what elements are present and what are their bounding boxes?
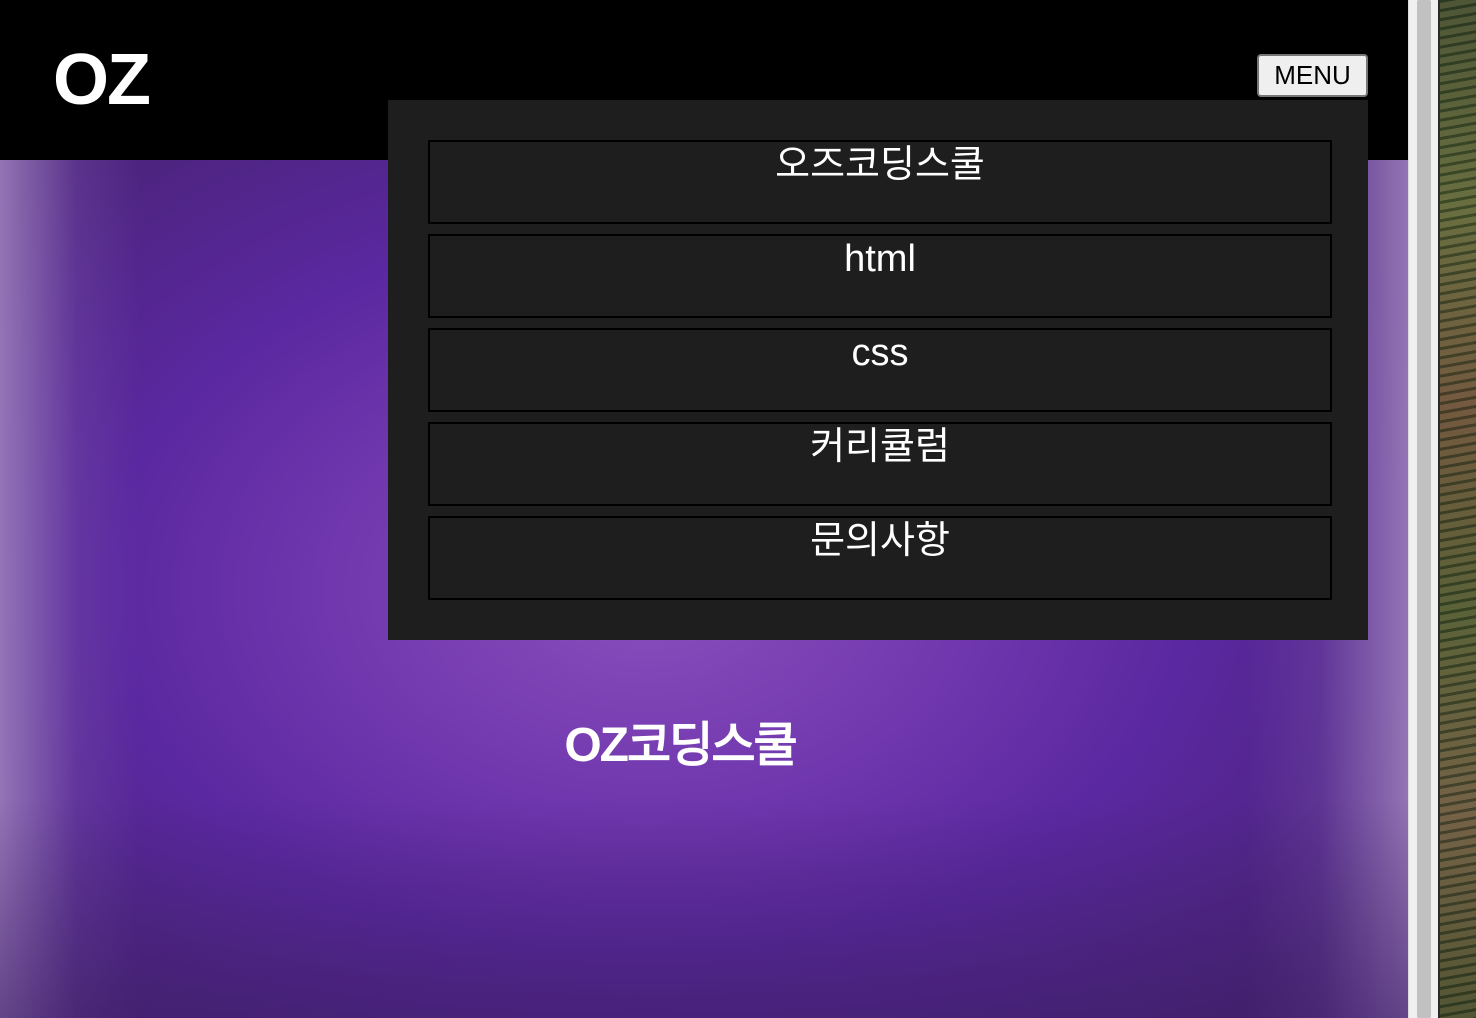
menu-button[interactable]: MENU — [1257, 54, 1368, 97]
menu-item-html[interactable]: html — [428, 234, 1332, 318]
dropdown-menu-panel: 오즈코딩스쿨 html css 커리큘럼 문의사항 — [388, 100, 1368, 640]
hero-title: OZ코딩스쿨 — [564, 719, 797, 772]
vertical-scrollbar[interactable] — [1408, 0, 1438, 1018]
vineyard-image-texture — [1440, 0, 1476, 1018]
page-viewport: OZ코딩스쿨 OZ MENU 오즈코딩스쿨 html css 커리큘럼 문의사항 — [0, 0, 1408, 1018]
hero-vignette-bottom — [0, 798, 1408, 1018]
scrollbar-thumb[interactable] — [1417, 0, 1431, 1018]
menu-item-ozcodingschool[interactable]: 오즈코딩스쿨 — [428, 140, 1332, 224]
background-window-image-strip — [1438, 0, 1476, 1018]
menu-item-inquiry[interactable]: 문의사항 — [428, 516, 1332, 600]
menu-item-css[interactable]: css — [428, 328, 1332, 412]
site-logo[interactable]: OZ — [53, 40, 151, 120]
menu-item-curriculum[interactable]: 커리큘럼 — [428, 422, 1332, 506]
